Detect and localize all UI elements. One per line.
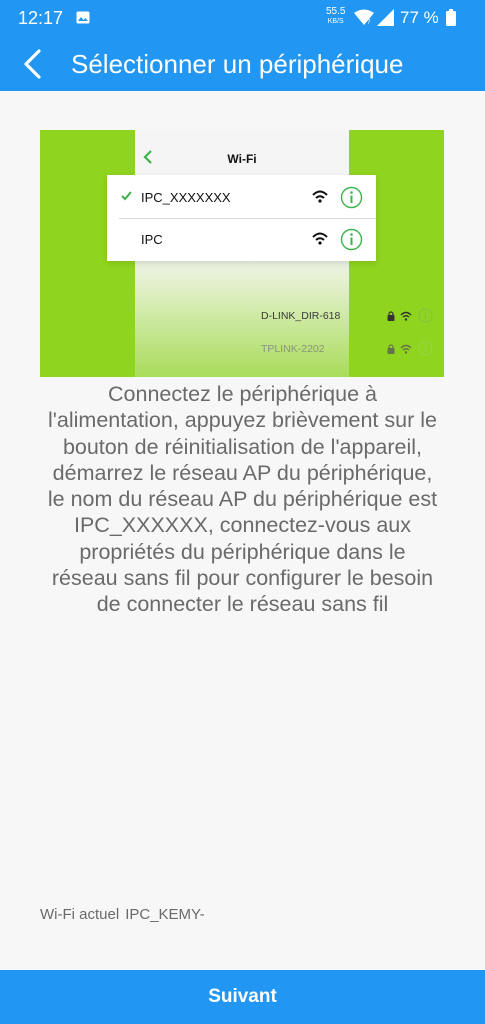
battery-percent: 77 % <box>400 8 439 27</box>
wifi-icon <box>312 190 328 203</box>
status-time: 12:17 <box>18 8 64 28</box>
network-speed-unit: KB/S <box>327 18 344 25</box>
wifi-network-name: IPC_XXXXXXX <box>141 190 231 205</box>
chevron-left-icon <box>24 49 41 79</box>
wifi-status-icon: ? <box>354 9 374 26</box>
wifi-network-card: IPC_XXXXXXX IPC <box>107 175 376 261</box>
lock-icon <box>387 344 395 354</box>
other-network-row: D-LINK_DIR-618 <box>261 307 437 327</box>
other-network-row: TPLINK-2202 <box>261 340 437 360</box>
phone-wifi-header: Wi-Fi <box>135 130 349 177</box>
status-bar: 12:17 55.5 KB/S ? 77 % <box>0 0 485 36</box>
wifi-network-row: IPC <box>107 219 376 261</box>
info-icon <box>418 341 433 356</box>
other-network-name: D-LINK_DIR-618 <box>261 310 341 322</box>
cell-signal-icon <box>377 9 394 26</box>
image-notification-icon <box>76 11 90 24</box>
network-speed: 55.5 KB/S <box>326 7 345 27</box>
instructions-text: Connectez le périphérique à l'alimentati… <box>47 382 438 617</box>
info-icon <box>418 308 433 323</box>
page-title: Sélectionner un périphérique <box>71 49 404 79</box>
app-bar: Sélectionner un périphérique <box>0 36 485 91</box>
current-wifi: Wi-Fi actuel IPC_KEMY- <box>40 906 205 923</box>
wifi-icon <box>400 311 412 321</box>
wifi-instruction-illustration: Wi-Fi D-LINK_DIR-618 TPLINK-2202 IPC_XXX… <box>40 130 444 377</box>
other-network-name: TPLINK-2202 <box>261 343 325 355</box>
wifi-icon <box>400 344 412 354</box>
info-icon <box>340 228 363 251</box>
wifi-network-row: IPC_XXXXXXX <box>107 177 376 219</box>
network-speed-value: 55.5 <box>326 6 346 17</box>
current-wifi-label: Wi-Fi actuel <box>40 906 120 923</box>
back-button[interactable] <box>14 44 54 84</box>
svg-text:?: ? <box>367 19 371 26</box>
lock-icon <box>387 311 395 321</box>
current-wifi-value: IPC_KEMY- <box>125 906 205 923</box>
phone-wifi-title: Wi-Fi <box>227 152 257 166</box>
checkmark-icon <box>121 191 132 201</box>
info-icon <box>340 186 363 209</box>
wifi-network-name: IPC <box>141 232 163 247</box>
wifi-icon <box>312 232 328 245</box>
battery-icon <box>446 9 456 26</box>
next-button[interactable]: Suivant <box>0 970 485 1024</box>
